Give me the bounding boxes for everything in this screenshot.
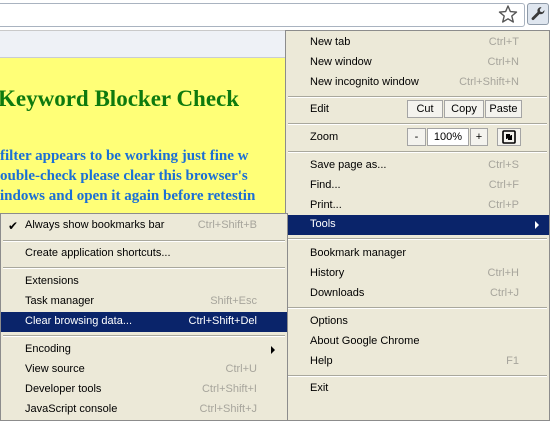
menu-separator: [3, 335, 285, 337]
menu-item-task-manager[interactable]: Task manager Shift+Esc: [1, 292, 287, 312]
menu-item-find[interactable]: Find... Ctrl+F: [286, 176, 549, 196]
chrome-menu: New tab Ctrl+T New window Ctrl+N New inc…: [285, 30, 550, 421]
menu-separator: [288, 151, 547, 153]
menu-item-view-source[interactable]: View source Ctrl+U: [1, 360, 287, 380]
browser-toolbar: [0, 0, 550, 31]
menu-separator: [288, 238, 547, 240]
menu-item-encoding[interactable]: Encoding: [1, 340, 287, 360]
menu-item-zoom: Zoom - 100% +: [286, 128, 549, 148]
menu-item-tools[interactable]: Tools: [286, 215, 549, 235]
menu-item-new-tab[interactable]: New tab Ctrl+T: [286, 33, 549, 53]
menu-item-javascript-console[interactable]: JavaScript console Ctrl+Shift+J: [1, 400, 287, 420]
menu-item-clear-browsing-data[interactable]: Clear browsing data... Ctrl+Shift+Del: [1, 312, 287, 332]
menu-separator: [288, 307, 547, 309]
fullscreen-button[interactable]: [497, 128, 521, 146]
fullscreen-icon: [502, 130, 516, 144]
menu-item-new-incognito-window[interactable]: New incognito window Ctrl+Shift+N: [286, 73, 549, 93]
menu-item-print[interactable]: Print... Ctrl+P: [286, 196, 549, 216]
tools-submenu: ✔ Always show bookmarks bar Ctrl+Shift+B…: [0, 213, 288, 421]
menu-item-about-google-chrome[interactable]: About Google Chrome: [286, 332, 549, 352]
menu-item-new-window[interactable]: New window Ctrl+N: [286, 53, 549, 73]
cut-button[interactable]: Cut: [407, 100, 443, 118]
wrench-icon[interactable]: [527, 3, 549, 25]
menu-item-help[interactable]: Help F1: [286, 352, 549, 372]
page-text-line: ouble-check please clear this browser's: [0, 168, 248, 184]
checkmark-icon: ✔: [8, 219, 19, 233]
zoom-in-button[interactable]: +: [470, 128, 488, 146]
menu-item-downloads[interactable]: Downloads Ctrl+J: [286, 284, 549, 304]
menu-separator: [288, 375, 547, 377]
menu-item-always-show-bookmarks-bar[interactable]: ✔ Always show bookmarks bar Ctrl+Shift+B: [1, 216, 287, 236]
star-icon[interactable]: [498, 4, 518, 24]
menu-item-create-application-shortcuts[interactable]: Create application shortcuts...: [1, 244, 287, 264]
page-text-line: indows and open it again before retestin: [0, 188, 256, 204]
menu-item-developer-tools[interactable]: Developer tools Ctrl+Shift+I: [1, 380, 287, 400]
zoom-out-button[interactable]: -: [407, 128, 426, 146]
menu-separator: [3, 240, 285, 242]
page-title: Keyword Blocker Check: [0, 86, 240, 111]
copy-button[interactable]: Copy: [444, 100, 484, 118]
menu-separator: [3, 267, 285, 269]
submenu-arrow-icon: [535, 221, 539, 229]
submenu-arrow-icon: [271, 346, 275, 354]
menu-item-bookmark-manager[interactable]: Bookmark manager: [286, 244, 549, 264]
menu-item-edit: Edit Cut Copy Paste: [286, 100, 549, 120]
page-text-line: filter appears to be working just fine w: [0, 148, 249, 164]
paste-button[interactable]: Paste: [485, 100, 522, 118]
menu-item-history[interactable]: History Ctrl+H: [286, 264, 549, 284]
menu-separator: [288, 123, 547, 125]
menu-item-options[interactable]: Options: [286, 312, 549, 332]
menu-item-extensions[interactable]: Extensions: [1, 272, 287, 292]
menu-separator: [288, 96, 547, 98]
zoom-level: 100%: [427, 128, 469, 146]
menu-item-exit[interactable]: Exit: [286, 379, 549, 399]
menu-item-save-page-as[interactable]: Save page as... Ctrl+S: [286, 156, 549, 176]
address-bar[interactable]: [0, 3, 525, 27]
